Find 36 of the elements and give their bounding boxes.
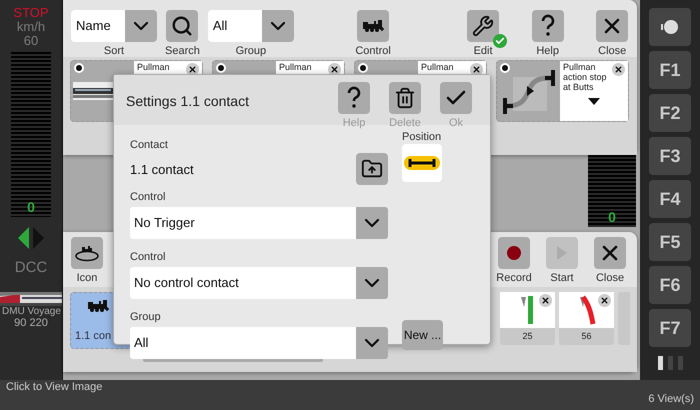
protocol-label: DCC [14, 259, 48, 276]
tile-label: 1.1 con [75, 330, 112, 342]
field-label: Position [402, 131, 442, 143]
tile-label: 56 [581, 331, 592, 341]
search-caption: Search [165, 45, 200, 58]
sort-caption: Sort [104, 45, 124, 58]
button-caption: Edit [474, 45, 493, 58]
button-caption: Delete [389, 117, 421, 130]
button-caption: Icon [76, 272, 98, 285]
loco-address: 90 220 [14, 317, 48, 329]
max-speed: 60 [24, 34, 38, 48]
tile-label: Pullman [137, 62, 171, 72]
tile-label: Pullman [421, 62, 455, 72]
group-caption: Group [236, 45, 266, 58]
speed-value: 0 [27, 199, 35, 215]
dialog-title: Settings 1.1 contact [126, 93, 249, 109]
stop-status: STOP [13, 6, 49, 20]
button-caption: Help [342, 117, 366, 130]
tile-label: Pullman [279, 62, 313, 72]
field-label: Control [130, 251, 166, 263]
contact-name: 1.1 contact [130, 162, 194, 176]
speed-value: 0 [608, 209, 616, 225]
speed-unit: km/h [16, 20, 46, 34]
field-label: Control [130, 191, 166, 203]
button-caption: Ok [448, 117, 464, 130]
button-caption: Control [355, 45, 391, 58]
button-caption: Close [596, 272, 624, 285]
tile-label: Pullman action stop at Butts [563, 62, 608, 92]
button-caption: Record [496, 272, 532, 285]
button-caption: Close [598, 45, 626, 58]
tile-label: 25 [522, 331, 532, 341]
button-caption: Help [536, 45, 559, 58]
button-caption: Start [550, 272, 574, 285]
view-count: 6 View(s) [648, 393, 694, 407]
loco-name: DMU Voyage [2, 306, 61, 317]
field-label: Contact [130, 139, 169, 151]
